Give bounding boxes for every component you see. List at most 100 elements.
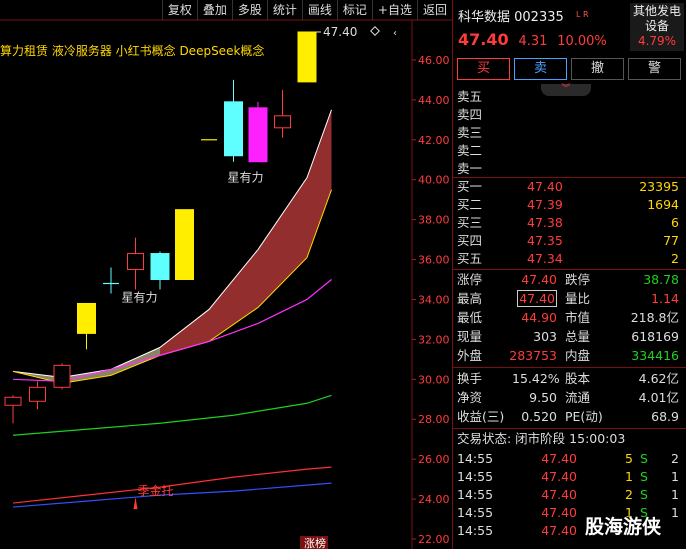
tick-row[interactable]: 14:55 47.40 5 S 2 [457, 450, 683, 468]
order-book-row[interactable]: 卖二 [457, 142, 683, 160]
stat-value: 4.62亿 [638, 371, 679, 386]
order-book-row[interactable]: 卖三 [457, 124, 683, 142]
last-price: 47.40 [458, 30, 509, 49]
add-watchlist-button[interactable]: +自选 [371, 0, 417, 20]
candle-body [53, 364, 71, 388]
stat-label: 跌停 [565, 272, 591, 287]
order-level-price: 47.39 [527, 197, 563, 212]
order-level-label: 卖二 [457, 143, 483, 158]
tick-volume: 2 [625, 487, 633, 502]
order-level-label: 买四 [457, 233, 483, 248]
sell-button[interactable]: 卖 [514, 58, 567, 80]
statistics-button[interactable]: 统计 [266, 0, 302, 20]
stat-value: 218.8亿 [630, 310, 679, 325]
back-button[interactable]: 返回 [416, 0, 452, 20]
fundamental-stats: 换手 15.42% 股本 4.62亿 净资 9.50 流通 4.01亿 收益(三) 0.520 PE… [457, 369, 683, 426]
y-tick-label: 44.00 [418, 94, 450, 107]
overlay-button[interactable]: 叠加 [196, 0, 232, 20]
stat-value: 68.9 [651, 409, 679, 424]
diamond-icon [370, 26, 380, 36]
stat-value: 1.14 [651, 291, 679, 306]
stat-value: 618169 [631, 329, 679, 344]
tick-row[interactable]: 14:55 47.40 1 S 1 [457, 468, 683, 486]
day-high-value: 47.40 [517, 290, 557, 307]
tick-time: 14:55 [457, 523, 494, 538]
price-line: 47.40 4.31 10.00% [458, 30, 607, 49]
candle-body [248, 107, 268, 163]
order-book-row[interactable]: 买五 47.34 2 [457, 250, 683, 268]
order-book-row[interactable]: 买四 47.35 77 [457, 232, 683, 250]
order-level-price [527, 88, 587, 106]
y-tick-label: 40.00 [418, 174, 450, 187]
order-book-row[interactable]: 卖四 [457, 106, 683, 124]
trade-buttons: 买 卖 撤 警 [457, 58, 681, 80]
order-level-volume: 2 [671, 251, 679, 266]
candle-body [150, 253, 170, 281]
tick-side: S [640, 451, 648, 466]
tick-time: 14:55 [457, 451, 494, 466]
candle-body [29, 386, 46, 402]
cancel-order-button[interactable]: 撤 [571, 58, 624, 80]
order-level-label: 买五 [457, 251, 483, 266]
price-change-pct: 10.00% [557, 34, 607, 49]
collapse-chevron-icon: ‹ [393, 28, 397, 39]
stat-row: 外盘 283753 内盘 334416 [457, 346, 683, 365]
tick-side: S [640, 487, 648, 502]
order-book-row[interactable]: 买三 47.38 6 [457, 214, 683, 232]
stat-row: 最低 44.90 市值 218.8亿 [457, 308, 683, 327]
stat-label: 股本 [565, 371, 591, 386]
stat-label: 换手 [457, 371, 483, 386]
chart-annotation: 季金托 [138, 483, 174, 498]
stat-label: 量比 [565, 291, 591, 306]
kline-chart-panel[interactable]: 46.00 44.00 42.00 40.00 38.00 36.00 34.00 32.00… [0, 0, 452, 549]
buy-button[interactable]: 买 [457, 58, 510, 80]
y-tick-label: 24.00 [418, 493, 450, 506]
restore-rights-button[interactable]: 复权 [161, 0, 197, 20]
tick-row[interactable]: 14:55 47.40 2 S 1 [457, 486, 683, 504]
stat-label: 涨停 [457, 272, 483, 287]
stat-value: 334416 [631, 348, 679, 363]
mark-button[interactable]: 标记 [336, 0, 372, 20]
order-level-volume [587, 88, 683, 106]
candle-body [4, 396, 22, 406]
high-price-label: 47.40 [323, 25, 357, 39]
kline-chart[interactable]: 46.00 44.00 42.00 40.00 38.00 36.00 34.00 32.00… [0, 0, 452, 549]
tick-price: 47.40 [541, 451, 577, 466]
stat-label: PE(动) [565, 409, 603, 424]
order-book-row[interactable]: 卖五 [457, 88, 683, 106]
stat-row: 涨停 47.40 跌停 38.78 [457, 270, 683, 289]
y-tick-label: 46.00 [418, 54, 450, 67]
y-tick-label: 34.00 [418, 293, 450, 306]
order-level-volume [587, 160, 683, 178]
bid-book: 买一 47.40 23395 买二 47.39 1694 买三 47.38 6 买四 47.35 77… [457, 178, 683, 268]
ask-book: 卖五 卖四 卖三卖二卖一 [457, 88, 683, 178]
divider [453, 367, 686, 368]
order-book-row[interactable]: 买一 47.40 23395 [457, 178, 683, 196]
order-level-volume [587, 124, 683, 142]
sector-box[interactable]: 其他发电设备 4.79% [630, 3, 684, 51]
stat-label: 总量 [565, 329, 591, 344]
band-fill [13, 109, 332, 384]
y-tick-label: 36.00 [418, 254, 450, 267]
order-level-label: 卖三 [457, 125, 483, 140]
order-level-price: 47.38 [527, 215, 563, 230]
stat-label: 内盘 [565, 348, 591, 363]
order-level-label: 买一 [457, 179, 483, 194]
multi-stock-button[interactable]: 多股 [231, 0, 267, 20]
y-tick-label: 22.00 [418, 533, 450, 546]
stat-row: 净资 9.50 流通 4.01亿 [457, 388, 683, 407]
y-tick-label: 32.00 [418, 333, 450, 346]
order-level-volume: 23395 [639, 179, 679, 194]
stat-value: 47.40 [497, 289, 565, 308]
order-book-row[interactable]: 卖一 [457, 160, 683, 178]
order-level-price: 47.40 [527, 179, 563, 194]
alert-button[interactable]: 警 [628, 58, 681, 80]
order-level-label: 卖一 [457, 161, 483, 176]
candle-body [127, 253, 144, 271]
order-book-row[interactable]: 买二 47.39 1694 [457, 196, 683, 214]
stock-tag: L R [576, 10, 589, 19]
stat-label: 最高 [457, 291, 483, 306]
rank-badge: 涨榜 [304, 536, 326, 549]
draw-line-button[interactable]: 画线 [301, 0, 337, 20]
tick-count: 2 [671, 451, 679, 466]
